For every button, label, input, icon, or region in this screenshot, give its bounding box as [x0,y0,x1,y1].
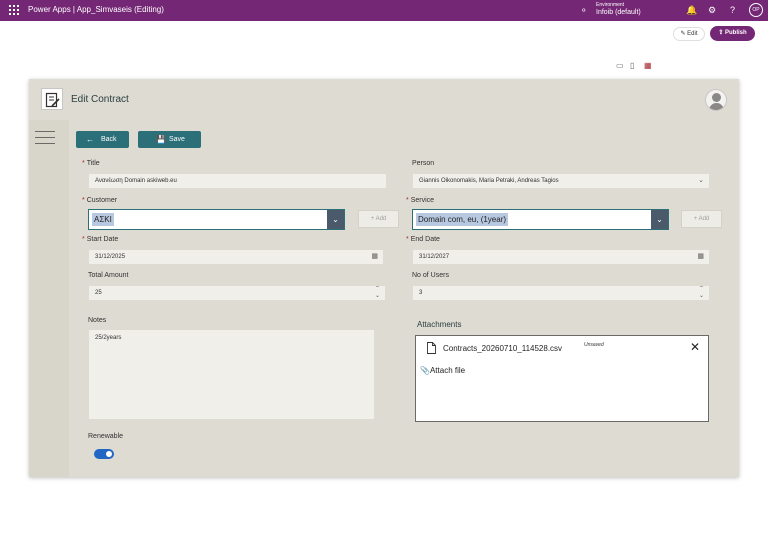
end-date-picker[interactable]: 31/12/2027 ▦ [412,249,710,265]
start-date-picker[interactable]: 31/12/2025 ▦ [88,249,384,265]
app-title: Power Apps | App_Simvaseis (Editing) [28,5,164,14]
remove-attachment-icon[interactable]: ✕ [690,341,700,353]
no-of-users-input[interactable]: 3 ⌃ ⌄ [412,285,710,301]
contract-edit-icon [41,88,63,110]
customer-selected-value: ΑΣΚΙ [92,213,114,226]
gear-icon[interactable]: ⚙ [708,4,716,16]
attachments-label: Attachments [417,320,462,329]
environment-icon: ⚬ [580,5,588,15]
notes-label: Notes [88,317,107,324]
start-date-label: * Start Date [82,236,119,243]
customer-label: * Customer [82,197,118,204]
title-label: * Title [82,160,100,167]
edit-app-button[interactable]: ✎ Edit [673,27,705,41]
calendar-icon[interactable]: ▦ [644,61,652,70]
calendar-icon[interactable]: ▦ [371,250,378,264]
service-selected-value: Domain com, eu, (1year) [416,213,509,226]
screen-header: Edit Contract [29,79,739,120]
stepper-icon[interactable]: ⌃ ⌄ [699,286,704,300]
suite-bar: Power Apps | App_Simvaseis (Editing) ⚬ E… [0,0,768,21]
save-icon: 💾 [156,135,166,144]
back-label: Back [101,136,117,143]
calendar-icon[interactable]: ▦ [697,250,704,264]
bell-icon[interactable]: 🔔 [686,4,697,16]
tablet-icon[interactable]: ▭ [616,61,624,70]
paperclip-icon: 📎 [420,366,430,375]
service-label: * Service [406,197,435,204]
phone-icon[interactable]: ▯ [630,61,634,70]
title-input[interactable]: Ανανέωση Domain askiweb.eu [88,173,387,189]
service-combobox[interactable]: Domain com, eu, (1year) ⌄ [412,209,669,230]
user-avatar-top[interactable]: OP [749,3,763,17]
hamburger-menu-icon[interactable] [35,131,55,145]
total-amount-input[interactable]: 25 ⌃ ⌄ [88,285,386,301]
no-of-users-label: No of Users [412,272,449,279]
arrow-left-icon: ← [86,135,94,144]
person-label: Person [412,160,435,167]
add-service-button[interactable]: + Add [681,210,722,228]
attachment-status: Unsaved [584,342,604,348]
attach-file-button[interactable]: 📎Attach file [420,366,465,375]
publish-label: Publish [725,30,747,36]
publish-icon: ⇪ [718,30,724,36]
chevron-down-icon[interactable]: ⌄ [651,210,668,229]
edit-app-label: Edit [687,31,698,37]
environment-picker[interactable]: Environment Infoib (default) [596,2,641,17]
page-title: Edit Contract [71,94,129,105]
user-avatar-icon[interactable] [705,89,727,111]
add-customer-button[interactable]: + Add [358,210,399,228]
device-preview-toggles: ▭ ▯ ▦ [612,58,658,76]
publish-button[interactable]: ⇪ Publish [710,26,755,41]
attachments-control: Contracts_20260710_114528.csv Unsaved ✕ … [415,335,709,422]
edit-form: ← Back 💾 Save * Title Ανανέωση Domain ask… [69,120,739,477]
save-label: Save [169,136,185,143]
end-date-label: * End Date [406,236,440,243]
renewable-label: Renewable [88,433,124,440]
renewable-toggle[interactable] [94,449,114,459]
customer-combobox[interactable]: ΑΣΚΙ ⌄ [88,209,345,230]
person-select[interactable]: Giannis Oikonomakis, Maria Petraki, Andr… [412,173,710,189]
notes-textarea[interactable]: 25/2years [88,329,375,420]
back-button[interactable]: ← Back [76,131,129,148]
help-icon[interactable]: ? [730,4,735,16]
save-button[interactable]: 💾 Save [138,131,201,148]
stepper-icon[interactable]: ⌃ ⌄ [375,286,380,300]
chevron-down-icon[interactable]: ⌄ [327,210,344,229]
sidebar [29,120,69,477]
environment-name: Infoib (default) [596,9,641,16]
pencil-icon: ✎ [680,31,686,37]
app-launcher-icon[interactable] [9,5,19,15]
attachment-file-name[interactable]: Contracts_20260710_114528.csv [443,344,562,353]
chevron-down-icon: ⌄ [698,177,704,184]
app-canvas: Edit Contract ← Back 💾 Save * Title Ανανέ… [29,79,739,477]
total-amount-label: Total Amount [88,272,129,279]
file-icon [427,342,436,354]
